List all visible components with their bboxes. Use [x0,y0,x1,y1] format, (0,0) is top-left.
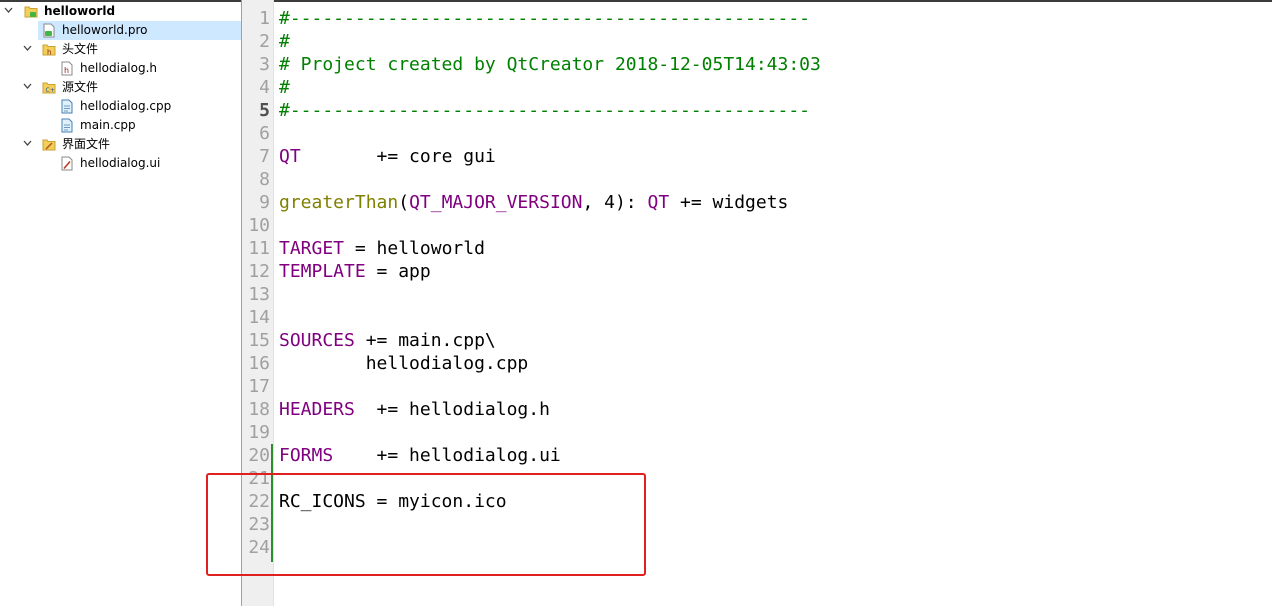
variable-token: TEMPLATE [279,261,366,282]
tree-group-label: 界面文件 [62,137,111,151]
tree-root-helloworld[interactable]: helloworld [0,2,241,21]
code-text: += widgets [669,192,789,213]
code-line-11[interactable]: TARGET = helloworld [279,237,485,260]
variable-token: HEADERS [279,399,355,420]
code-line-4[interactable]: # [279,76,290,99]
tree-root-label: helloworld [44,4,116,18]
ui-form-file-icon [60,156,74,171]
highlight-annotation-box [206,473,646,576]
code-line-3[interactable]: # Project created by QtCreator 2018-12-0… [279,53,821,76]
comment-token: # [279,31,290,52]
tree-item-label: main.cpp [80,118,136,132]
chevron-down-icon[interactable] [4,6,13,14]
code-line-1[interactable]: #---------------------------------------… [279,7,810,30]
variable-token: QT [279,146,301,167]
tree-item-label: hellodialog.cpp [80,99,172,113]
line-number: 7 [259,146,270,167]
line-number: 20 [248,445,270,466]
line-number: 19 [248,422,270,443]
line-number: 4 [259,77,270,98]
code-text: = helloworld [344,238,485,259]
tree-group-sources[interactable]: C+ 源文件 [0,78,241,97]
code-line-18[interactable]: HEADERS += hellodialog.h [279,398,550,421]
svg-text:h: h [47,49,51,57]
qt-pro-file-icon [42,23,56,38]
line-number: 3 [259,54,270,75]
line-number: 11 [248,238,270,259]
variable-token: TARGET [279,238,345,259]
tree-item-label: hellodialog.ui [80,156,161,170]
tree-item-hellodialog-h[interactable]: h hellodialog.h [0,59,241,78]
tree-item-hellodialog-ui[interactable]: hellodialog.ui [0,154,241,173]
code-text: += main.cpp\ [354,330,496,351]
svg-text:h: h [64,66,69,75]
line-number: 1 [259,8,270,29]
qt-project-folder-icon [24,4,38,19]
code-text: = app [365,261,431,282]
line-number: 14 [248,307,270,328]
code-line-9[interactable]: greaterThan(QT_MAJOR_VERSION, 4): QT += … [279,191,788,214]
tree-item-hellodialog-cpp[interactable]: hellodialog.cpp [0,97,241,116]
tree-item-pro-file[interactable]: helloworld.pro [38,21,241,40]
variable-token: SOURCES [279,330,355,351]
tree-group-label: 源文件 [62,80,99,94]
line-number: 9 [259,192,270,213]
variable-token: QT [647,192,670,213]
code-text: hellodialog.cpp [279,353,529,374]
tree-item-label: helloworld.pro [62,23,148,37]
svg-text:C+: C+ [46,87,55,94]
variable-token: FORMS [279,445,334,466]
comment-token: #---------------------------------------… [279,100,811,121]
code-line-20[interactable]: FORMS += hellodialog.ui [279,444,561,467]
line-number: 8 [259,169,270,190]
tree-item-main-cpp[interactable]: main.cpp [0,116,241,135]
code-text: , 4): [582,192,648,213]
comment-token: # Project created by QtCreator 2018-12-0… [279,54,821,75]
line-number: 12 [248,261,270,282]
tree-group-label: 头文件 [62,42,99,56]
header-folder-icon: h [42,42,56,57]
line-number: 18 [248,399,270,420]
project-tree[interactable]: helloworld helloworld.pro h 头文件 h hellod… [0,2,241,606]
code-text: += hellodialog.ui [333,445,561,466]
variable-token: QT_MAJOR_VERSION [409,192,583,213]
cpp-file-icon [60,118,74,133]
code-text: += core gui [300,146,496,167]
comment-token: # [279,77,290,98]
code-line-2[interactable]: # [279,30,290,53]
chevron-down-icon[interactable] [23,44,32,52]
code-line-16[interactable]: hellodialog.cpp [279,352,529,375]
chevron-down-icon[interactable] [23,139,32,147]
code-line-15[interactable]: SOURCES += main.cpp\ [279,329,496,352]
line-number: 6 [259,123,270,144]
chevron-down-icon[interactable] [23,82,32,90]
code-line-5[interactable]: #---------------------------------------… [279,99,810,122]
code-line-12[interactable]: TEMPLATE = app [279,260,431,283]
line-number: 16 [248,353,270,374]
line-number: 15 [248,330,270,351]
function-token: greaterThan [279,192,399,213]
line-number: 10 [248,215,270,236]
line-number: 17 [248,376,270,397]
code-line-7[interactable]: QT += core gui [279,145,496,168]
line-number: 13 [248,284,270,305]
header-file-icon: h [60,61,74,76]
cpp-file-icon [60,99,74,114]
source-folder-icon: C+ [42,80,56,95]
tree-group-forms[interactable]: 界面文件 [0,135,241,154]
code-text: ( [398,192,410,213]
line-number: 2 [259,31,270,52]
forms-folder-icon [42,137,56,152]
comment-token: #---------------------------------------… [279,8,811,29]
tree-item-label: hellodialog.h [80,61,158,75]
code-text: += hellodialog.h [354,399,550,420]
line-number-current: 5 [259,100,270,121]
tree-group-headers[interactable]: h 头文件 [0,40,241,59]
